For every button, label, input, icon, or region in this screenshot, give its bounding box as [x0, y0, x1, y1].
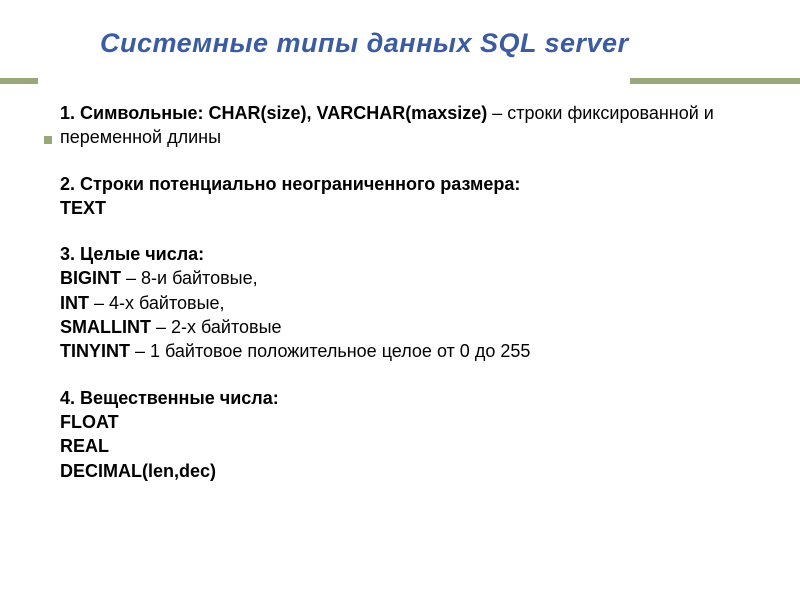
- decor-bar-left: [0, 78, 38, 84]
- section-4: 4. Вещественные числа: FLOAT REAL DECIMA…: [60, 386, 740, 483]
- section-2: 2. Строки потенциально неограниченного р…: [60, 172, 740, 221]
- s4-l4: DECIMAL(len,dec): [60, 459, 740, 483]
- s3-l5-bold: TINYINT: [60, 341, 130, 361]
- s4-l3: REAL: [60, 434, 740, 458]
- section-1: 1. Символьные: CHAR(size), VARCHAR(maxsi…: [60, 101, 740, 150]
- s4-l2: FLOAT: [60, 410, 740, 434]
- s4-line1: 4. Вещественные числа:: [60, 386, 740, 410]
- section-3: 3. Целые числа: BIGINT – 8-и байтовые, I…: [60, 242, 740, 363]
- title-bar: Системные типы данных SQL server: [0, 0, 800, 71]
- s3-l3-rest: – 4-х байтовые,: [89, 293, 225, 313]
- s2-line2: TEXT: [60, 196, 740, 220]
- s3-l4-bold: SMALLINT: [60, 317, 151, 337]
- slide-content: 1. Символьные: CHAR(size), VARCHAR(maxsi…: [0, 71, 800, 483]
- s3-l4-rest: – 2-х байтовые: [151, 317, 282, 337]
- s3-l5-rest: – 1 байтовое положительное целое от 0 до…: [130, 341, 530, 361]
- s3-l3-bold: INT: [60, 293, 89, 313]
- s3-l2-rest: – 8-и байтовые,: [121, 268, 258, 288]
- slide-title: Системные типы данных SQL server: [100, 28, 740, 59]
- decor-square: [44, 136, 52, 144]
- decor-bar-right: [630, 78, 800, 84]
- s3-l2-bold: BIGINT: [60, 268, 121, 288]
- s1-lead-bold: 1. Символьные: CHAR(size), VARCHAR(maxsi…: [60, 103, 487, 123]
- s2-line1: 2. Строки потенциально неограниченного р…: [60, 172, 740, 196]
- s3-line1: 3. Целые числа:: [60, 242, 740, 266]
